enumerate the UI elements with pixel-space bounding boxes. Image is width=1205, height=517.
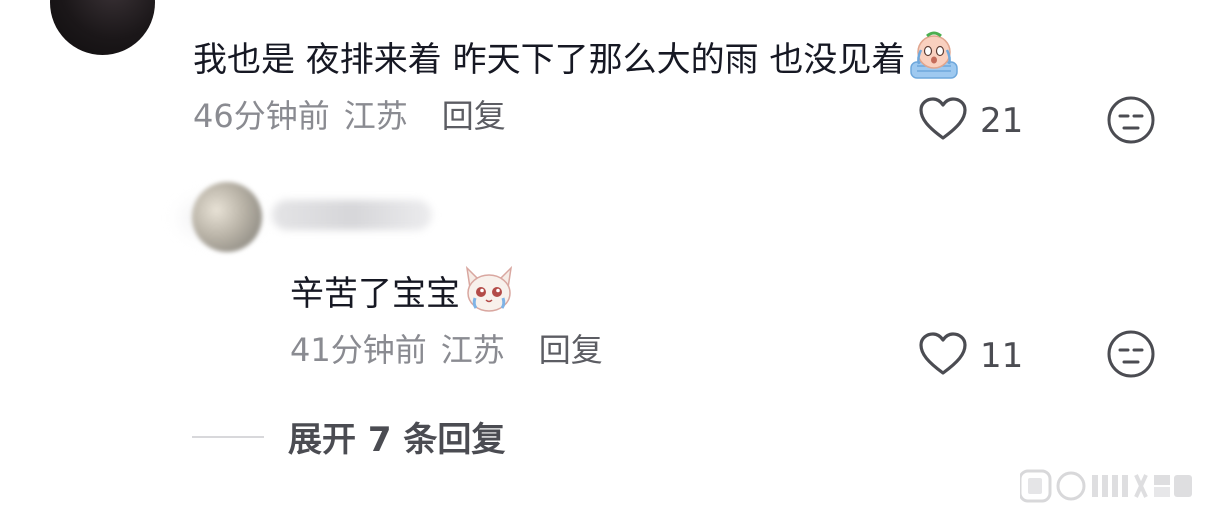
expand-replies-button[interactable]: 展开 7 条回复 (192, 412, 505, 461)
reply-text: 辛苦了宝宝 (290, 273, 460, 314)
heart-icon (918, 331, 968, 381)
like-button[interactable]: 21 (918, 96, 1023, 146)
unamused-face-icon (1107, 330, 1155, 378)
reply-like-button[interactable]: 11 (918, 331, 1023, 381)
crying-emoji-icon (907, 28, 961, 91)
comment-meta: 46分钟前 江苏 回复 (193, 97, 506, 135)
comment-thread: 我也是 夜排来着 昨天下了那么大的雨 也没见着 46分钟前 江苏 回复 21 辛… (0, 0, 1205, 517)
reply-like-count: 11 (980, 336, 1024, 376)
like-count: 21 (980, 101, 1024, 141)
watermark-logo (1020, 469, 1195, 503)
crying-cat-emoji-icon (462, 264, 516, 323)
reply-timestamp: 41分钟前 (290, 331, 427, 369)
dislike-button[interactable] (1106, 95, 1156, 145)
unamused-face-icon (1107, 96, 1155, 144)
comment-location: 江苏 (343, 97, 408, 135)
reply-to-reply-button[interactable]: 回复 (539, 331, 603, 369)
comment-timestamp: 46分钟前 (193, 97, 330, 135)
reply-button[interactable]: 回复 (442, 97, 506, 135)
reply-location: 江苏 (440, 331, 505, 369)
comment-body: 我也是 夜排来着 昨天下了那么大的雨 也没见着 (193, 28, 961, 91)
replier-avatar[interactable] (192, 182, 262, 252)
expand-replies-label: 展开 7 条回复 (288, 420, 506, 460)
comment-text: 我也是 夜排来着 昨天下了那么大的雨 也没见着 (193, 39, 906, 80)
heart-icon (918, 96, 968, 146)
commenter-avatar[interactable] (50, 0, 155, 55)
reply-body: 辛苦了宝宝 (290, 264, 516, 323)
replier-name-redacted (272, 200, 432, 230)
reply-meta: 41分钟前 江苏 回复 (290, 331, 603, 369)
expand-divider (192, 435, 264, 438)
reply-dislike-button[interactable] (1106, 329, 1156, 379)
